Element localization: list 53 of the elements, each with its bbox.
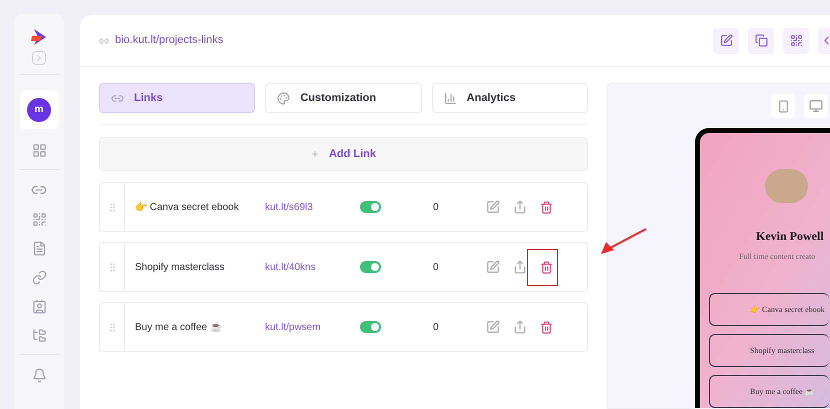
add-link-button[interactable]: Add Link — [99, 137, 588, 171]
share-icon[interactable] — [513, 260, 527, 274]
avatar-card[interactable]: m — [20, 90, 58, 129]
link-title: Buy me a coffee ☕ — [135, 320, 223, 334]
edit-icon[interactable] — [486, 260, 500, 274]
toggle-switch[interactable] — [360, 261, 381, 273]
mobile-view-button[interactable] — [771, 94, 795, 118]
click-count: 0 — [433, 200, 440, 214]
link-title: Shopify masterclass — [135, 260, 226, 274]
tab[interactable]: Analytics — [432, 83, 588, 113]
toggle-switch[interactable] — [360, 321, 381, 333]
toggle-switch[interactable] — [360, 201, 381, 213]
share-icon[interactable] — [513, 320, 527, 334]
short-url[interactable]: kut.lt/pwsem — [265, 320, 360, 334]
qr-code-button[interactable] — [783, 28, 809, 54]
pointer-arrow-icon — [600, 228, 647, 255]
delete-icon[interactable] — [540, 260, 553, 274]
tab[interactable]: Customization — [265, 83, 422, 113]
tab[interactable]: Links — [99, 83, 256, 113]
edit-icon[interactable] — [486, 200, 500, 214]
copy-button[interactable] — [748, 28, 774, 54]
edit-button[interactable] — [713, 28, 739, 54]
click-count: 0 — [433, 260, 440, 274]
share-icon[interactable] — [513, 200, 527, 214]
profile-bio: Full time content creato — [739, 251, 816, 263]
bar-chart-icon — [444, 92, 457, 104]
delete-icon[interactable] — [540, 200, 553, 214]
profile-url[interactable]: bio.kut.lt/projects-links — [115, 32, 224, 49]
phone-icon — [776, 100, 790, 112]
preview-link-button[interactable]: 👉 Canva secret ebook — [709, 293, 829, 326]
click-count: 0 — [433, 320, 440, 334]
edit-icon — [720, 34, 732, 47]
preview-link-button[interactable]: Buy me a coffee ☕ — [709, 375, 829, 408]
link-icon[interactable] — [30, 268, 48, 286]
palette-icon — [277, 92, 290, 104]
logo-icon — [30, 28, 48, 46]
edit-icon[interactable] — [486, 320, 500, 334]
link-title: 👉 Canva secret ebook — [135, 200, 240, 214]
copy-icon — [754, 34, 768, 47]
link-icon — [99, 36, 109, 46]
plus-icon — [310, 150, 319, 158]
delete-icon[interactable] — [540, 320, 553, 334]
contact-icon[interactable] — [30, 297, 48, 315]
profile-name: Kevin Powell — [756, 228, 824, 245]
short-url[interactable]: kut.lt/s69l3 — [265, 200, 360, 214]
profile-photo-placeholder — [765, 169, 808, 203]
preview-link-button[interactable]: Shopify masterclass — [709, 334, 829, 367]
monitor-icon — [809, 99, 823, 113]
avatar: m — [27, 98, 51, 122]
qr-code-icon — [790, 34, 802, 47]
desktop-view-button[interactable] — [804, 94, 828, 118]
expand-button[interactable] — [32, 51, 46, 65]
short-url[interactable]: kut.lt/40kns — [265, 260, 360, 274]
